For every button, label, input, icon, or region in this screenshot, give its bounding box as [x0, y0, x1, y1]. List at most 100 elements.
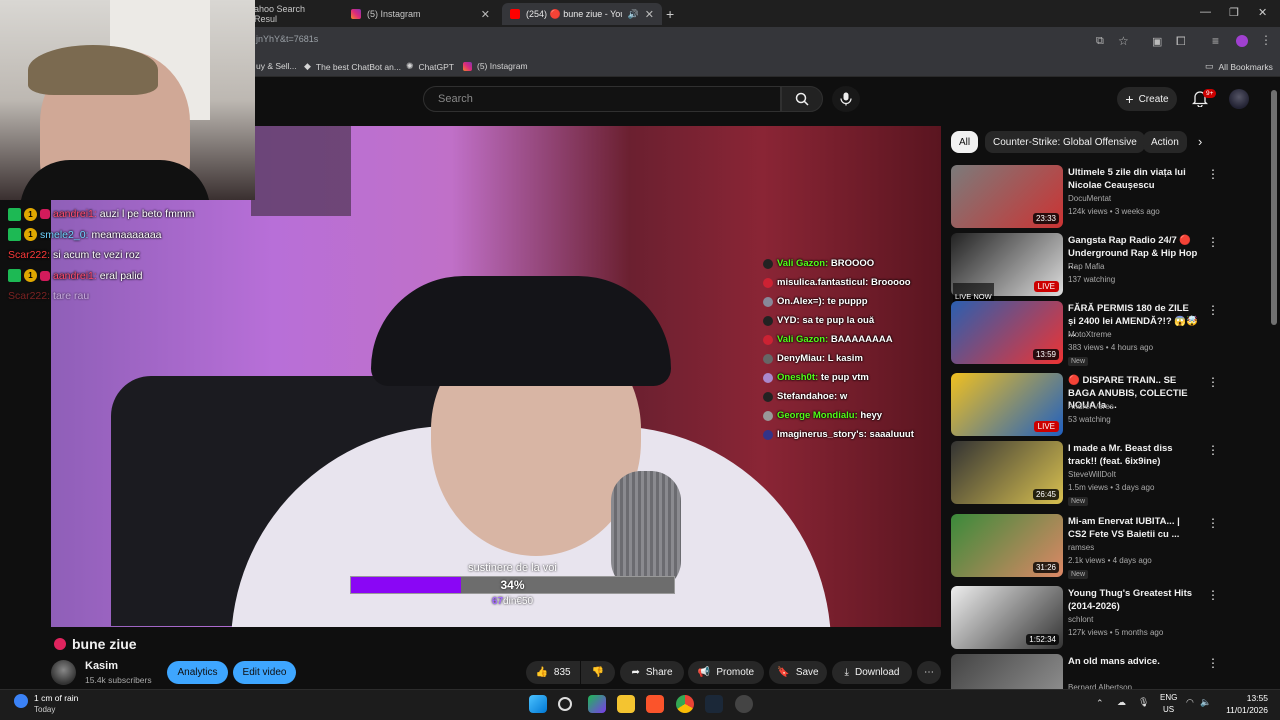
install-icon[interactable]: ⧉ [1096, 35, 1104, 48]
steam-icon[interactable] [705, 695, 723, 713]
video-thumbnail[interactable]: 1:52:34 [951, 586, 1063, 649]
channel-name[interactable]: Kasim [85, 660, 118, 672]
bookmark-item[interactable]: uy & Sell... [256, 61, 297, 71]
like-button[interactable]: 👍 835 [526, 661, 580, 684]
bookmark-item[interactable]: ◆ The best ChatBot an... [304, 61, 401, 72]
megaphone-icon: 📢 [697, 667, 711, 678]
recommendation-channel[interactable]: Andrei Veres [1068, 402, 1114, 411]
video-thumbnail[interactable]: LIVE [951, 373, 1063, 436]
language-indicator[interactable]: ENG [1160, 693, 1177, 702]
bookmark-label: (5) Instagram [477, 61, 528, 71]
video-player[interactable]: Vali Gazon: BROOOO misulica.fantasticul:… [51, 126, 941, 627]
more-options-icon[interactable]: ⋮ [1207, 516, 1219, 530]
share-button[interactable]: ➦ Share [620, 661, 684, 684]
speaker-icon[interactable]: 🔊 [628, 9, 639, 20]
more-options-icon[interactable]: ⋮ [1207, 303, 1219, 317]
dislike-button[interactable]: 👎 [581, 661, 615, 684]
recommendation-channel[interactable]: ramses [1068, 543, 1094, 552]
channel-avatar[interactable] [51, 660, 76, 685]
create-button[interactable]: + Create [1117, 87, 1177, 111]
more-options-icon[interactable]: ⋮ [1207, 375, 1219, 389]
recommendation-item[interactable]: LIVE 🔴 DISPARE TRAIN.. SE BAGA ANUBIS, CO… [951, 373, 1271, 437]
recommendation-item[interactable]: 26:45 I made a Mr. Beast diss track!! (fe… [951, 441, 1271, 506]
recommendation-channel[interactable]: Rap Mafia [1068, 262, 1104, 271]
wifi-icon[interactable]: ◠ [1186, 697, 1194, 708]
cloud-icon[interactable]: ☁ [1117, 697, 1126, 708]
video-thumbnail[interactable]: 23:33 [951, 165, 1063, 228]
video-thumbnail[interactable]: 26:45 [951, 441, 1063, 504]
file-explorer-icon[interactable] [617, 695, 635, 713]
more-options-icon[interactable]: ⋮ [1207, 656, 1219, 670]
settings-icon[interactable] [735, 695, 753, 713]
scrollbar[interactable] [1271, 90, 1277, 325]
close-icon[interactable]: ✕ [645, 8, 654, 21]
recommendation-channel[interactable]: SteveWillDoIt [1068, 470, 1116, 479]
recommendation-title[interactable]: Mi-am Enervat IUBITA... | CS2 Fete VS Ba… [1068, 516, 1198, 541]
bookmark-star-icon[interactable]: ☆ [1118, 34, 1129, 48]
search-icon[interactable] [558, 697, 572, 711]
weather-text[interactable]: 1 cm of rain [34, 693, 78, 703]
more-options-icon[interactable]: ⋮ [1207, 167, 1219, 181]
keyboard-layout[interactable]: US [1163, 705, 1174, 714]
tab-youtube[interactable]: (254) 🔴 bune ziue - YouTu 🔊 ✕ [502, 3, 662, 25]
profile-avatar[interactable] [1236, 35, 1248, 47]
video-thumbnail[interactable]: 31:26 [951, 514, 1063, 577]
video-thumbnail[interactable]: 13:59 [951, 301, 1063, 364]
recommendation-channel[interactable]: DocuMentat [1068, 194, 1111, 203]
bookmark-item[interactable]: (5) Instagram [463, 61, 528, 71]
maximize-icon[interactable]: ❐ [1229, 6, 1239, 19]
recommendation-item[interactable]: 23:33 Ultimele 5 zile din viața lui Nicol… [951, 165, 1271, 229]
more-options-icon[interactable]: ⋮ [1207, 588, 1219, 602]
tab-yahoo[interactable]: ahoo Search Resul [246, 3, 336, 25]
recommendation-item[interactable]: 1:52:34 Young Thug's Greatest Hits (2014-… [951, 586, 1271, 650]
chip-action[interactable]: Action [1143, 131, 1187, 153]
recommendation-title[interactable]: Ultimele 5 zile din viața lui Nicolae Ce… [1068, 167, 1198, 192]
tab-instagram[interactable]: (5) Instagram ✕ [343, 3, 498, 25]
all-bookmarks[interactable]: ▭ All Bookmarks [1205, 61, 1273, 72]
clock-date[interactable]: 11/01/2026 [1218, 705, 1268, 715]
microphone-tray-icon[interactable]: 🎙 [1138, 697, 1149, 708]
copilot-icon[interactable] [588, 695, 606, 713]
recommendation-title[interactable]: I made a Mr. Beast diss track!! (feat. 6… [1068, 443, 1198, 468]
chip-all[interactable]: All [951, 131, 979, 153]
start-icon[interactable] [529, 695, 547, 713]
menu-kebab-icon[interactable]: ⋮ [1260, 33, 1272, 47]
recommendation-item[interactable]: 31:26 Mi-am Enervat IUBITA... | CS2 Fete … [951, 514, 1271, 579]
voice-search-button[interactable] [832, 86, 860, 112]
bookmark-item[interactable]: ✺ ChatGPT [406, 61, 454, 72]
media-icon[interactable]: ≡ [1212, 34, 1219, 48]
recommendation-item[interactable]: 13:59 FĂRĂ PERMIS 180 de ZILE și 2400 lei… [951, 301, 1271, 366]
extension-icon[interactable]: ▣ [1152, 35, 1162, 48]
minimize-icon[interactable]: — [1200, 6, 1211, 18]
recommendation-item[interactable]: LIVE LIVE NOW Gangsta Rap Radio 24/7 🔴 Und… [951, 233, 1271, 310]
close-window-icon[interactable]: ✕ [1258, 6, 1267, 19]
search-button[interactable] [781, 86, 823, 112]
chevron-right-icon[interactable]: › [1198, 134, 1202, 149]
save-button[interactable]: 🔖 Save [769, 661, 827, 684]
chat-username: aandrei1: [53, 208, 97, 221]
recommendation-channel[interactable]: schlont [1068, 615, 1093, 624]
puzzle-icon[interactable]: ⧠ [1176, 34, 1186, 49]
recommendation-channel[interactable]: MotoXtreme [1068, 330, 1112, 339]
recommendation-title[interactable]: Young Thug's Greatest Hits (2014-2026) [1068, 588, 1198, 613]
chip-counter-strike[interactable]: Counter-Strike: Global Offensive [985, 131, 1145, 153]
search-input[interactable]: Search [423, 86, 781, 112]
recommendation-title[interactable]: An old mans advice. [1068, 656, 1198, 669]
chrome-icon[interactable] [676, 695, 694, 713]
chevron-up-icon[interactable]: ⌃ [1096, 698, 1104, 709]
more-actions-button[interactable]: ⋯ [917, 661, 941, 684]
analytics-button[interactable]: Analytics [167, 661, 228, 684]
more-options-icon[interactable]: ⋮ [1207, 443, 1219, 457]
brave-icon[interactable] [646, 695, 664, 713]
new-tab-button[interactable]: + [666, 6, 674, 22]
close-icon[interactable]: ✕ [481, 8, 490, 21]
weather-icon[interactable] [14, 694, 28, 708]
promote-button[interactable]: 📢 Promote [688, 661, 764, 684]
volume-icon[interactable]: 🔈 [1200, 697, 1211, 708]
clock-time[interactable]: 13:55 [1218, 693, 1268, 703]
url-text[interactable]: jnYhY&t=7681s [256, 34, 318, 44]
more-options-icon[interactable]: ⋮ [1207, 235, 1219, 249]
edit-video-button[interactable]: Edit video [233, 661, 296, 684]
account-avatar[interactable] [1229, 89, 1249, 109]
download-button[interactable]: ⤓ Download [832, 661, 912, 684]
